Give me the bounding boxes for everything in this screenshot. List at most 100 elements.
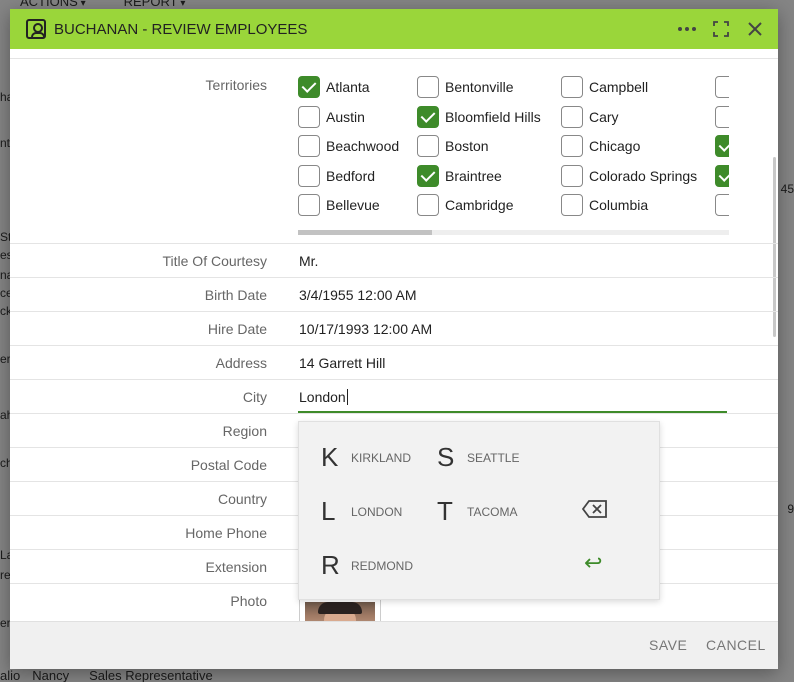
address-row: Address 14 Garrett Hill: [10, 346, 778, 380]
territory-label: Bloomfield Hills: [445, 109, 541, 125]
suggestion-redmond[interactable]: R REDMOND: [321, 550, 413, 581]
territory-austin[interactable]: Austin: [298, 105, 365, 129]
territory-label: Bentonville: [445, 79, 514, 95]
suggestion-letter: L: [321, 496, 336, 526]
text-caret: [346, 389, 348, 405]
checkbox[interactable]: [561, 106, 583, 128]
backspace-icon[interactable]: [581, 500, 608, 518]
territory-campbell[interactable]: Campbell: [561, 75, 648, 99]
checkbox[interactable]: [298, 76, 320, 98]
checkbox[interactable]: [417, 135, 439, 157]
checkbox[interactable]: [298, 165, 320, 187]
field-label: Photo: [230, 593, 267, 609]
checkbox[interactable]: [561, 76, 583, 98]
checkbox[interactable]: [715, 165, 729, 187]
territory-atlanta[interactable]: Atlanta: [298, 75, 370, 99]
photo-hair: [318, 602, 362, 614]
territory-label: Braintree: [445, 168, 502, 184]
save-button[interactable]: SAVE: [649, 637, 687, 653]
checkbox[interactable]: [417, 194, 439, 216]
territory-item[interactable]: [715, 105, 729, 129]
scrollbar-thumb[interactable]: [298, 230, 432, 235]
territory-label: Boston: [445, 138, 489, 154]
territory-bloomfield-hills[interactable]: Bloomfield Hills: [417, 105, 541, 129]
checkbox[interactable]: [417, 165, 439, 187]
territory-item[interactable]: [715, 164, 729, 188]
title-of-courtesy-value[interactable]: Mr.: [299, 253, 318, 269]
checkbox[interactable]: [298, 135, 320, 157]
cancel-button[interactable]: CANCEL: [706, 637, 766, 653]
territory-columbia[interactable]: Columbia: [561, 193, 648, 217]
city-input[interactable]: London: [299, 389, 348, 405]
territory-label: Beachwood: [326, 138, 400, 154]
territory-label: Austin: [326, 109, 365, 125]
suggestion-tacoma[interactable]: T TACOMA: [437, 496, 517, 527]
checkbox[interactable]: [561, 194, 583, 216]
suggestion-word: REDMOND: [351, 558, 413, 573]
territory-chicago[interactable]: Chicago: [561, 134, 640, 158]
checkbox[interactable]: [715, 76, 729, 98]
field-label: Hire Date: [207, 321, 267, 337]
territory-label: Chicago: [589, 138, 641, 154]
checkbox[interactable]: [417, 76, 439, 98]
territory-label: Atlanta: [326, 79, 370, 95]
field-label: Address: [215, 355, 267, 371]
hire-date-value[interactable]: 10/17/1993 12:00 AM: [299, 321, 432, 337]
suggestion-letter: K: [321, 442, 339, 472]
checkbox[interactable]: [298, 194, 320, 216]
territory-label: Campbell: [589, 79, 649, 95]
territories-horizontal-scrollbar[interactable]: [298, 230, 729, 235]
employee-photo[interactable]: [299, 599, 381, 621]
checkbox[interactable]: [715, 194, 729, 216]
checkbox[interactable]: [561, 165, 583, 187]
territory-bentonville[interactable]: Bentonville: [417, 75, 514, 99]
field-label: Region: [222, 423, 267, 439]
territory-item[interactable]: [715, 75, 729, 99]
checkbox[interactable]: [417, 106, 439, 128]
dialog-footer: SAVE CANCEL: [10, 621, 778, 669]
checkbox[interactable]: [298, 106, 320, 128]
suggestion-word: KIRKLAND: [351, 450, 412, 465]
territory-braintree[interactable]: Braintree: [417, 164, 502, 188]
territories-checklist: Atlanta Austin Beachwood Bedford Bellevu…: [298, 75, 729, 235]
city-input-underline: [298, 411, 727, 413]
more-icon[interactable]: [678, 20, 696, 38]
territory-boston[interactable]: Boston: [417, 134, 489, 158]
checkbox[interactable]: [715, 135, 729, 157]
territories-label: Territories: [205, 77, 267, 93]
territory-bedford[interactable]: Bedford: [298, 164, 375, 188]
suggestion-london[interactable]: L LONDON: [321, 496, 402, 527]
suggestion-kirkland[interactable]: K KIRKLAND: [321, 442, 411, 473]
checkbox[interactable]: [561, 135, 583, 157]
territory-label: Columbia: [589, 197, 649, 213]
divider: [10, 49, 778, 59]
territory-colorado-springs[interactable]: Colorado Springs: [561, 164, 697, 188]
checkbox[interactable]: [715, 106, 729, 128]
title-of-courtesy-row: Title Of Courtesy Mr.: [10, 244, 778, 278]
address-value[interactable]: 14 Garrett Hill: [299, 355, 385, 371]
field-label: Birth Date: [204, 287, 267, 303]
close-icon[interactable]: [746, 20, 764, 38]
territory-label: Cary: [589, 109, 619, 125]
territory-beachwood[interactable]: Beachwood: [298, 134, 399, 158]
territory-bellevue[interactable]: Bellevue: [298, 193, 380, 217]
field-label: City: [242, 389, 267, 405]
birth-date-value[interactable]: 3/4/1955 12:00 AM: [299, 287, 417, 303]
fullscreen-icon[interactable]: [712, 20, 730, 38]
enter-icon[interactable]: ↩: [584, 552, 602, 574]
city-input-text: London: [299, 389, 346, 405]
field-label: Extension: [205, 559, 267, 575]
territory-cambridge[interactable]: Cambridge: [417, 193, 513, 217]
dialog-title: BUCHANAN - REVIEW EMPLOYEES: [54, 20, 308, 38]
dialog-header: BUCHANAN - REVIEW EMPLOYEES: [10, 9, 778, 49]
territory-cary[interactable]: Cary: [561, 105, 619, 129]
suggestion-letter: T: [437, 496, 453, 526]
header-buttons: [678, 9, 764, 49]
territory-label: Bellevue: [326, 197, 380, 213]
territory-item[interactable]: [715, 193, 729, 217]
city-autocomplete-popup: K KIRKLAND S SEATTLE L LONDON T TACOMA R…: [298, 421, 660, 600]
suggestion-seattle[interactable]: S SEATTLE: [437, 442, 519, 473]
dialog-body[interactable]: Territories Atlanta Austin Beachwood Bed…: [10, 49, 778, 621]
suggestion-letter: R: [321, 550, 340, 580]
territory-item[interactable]: [715, 134, 729, 158]
